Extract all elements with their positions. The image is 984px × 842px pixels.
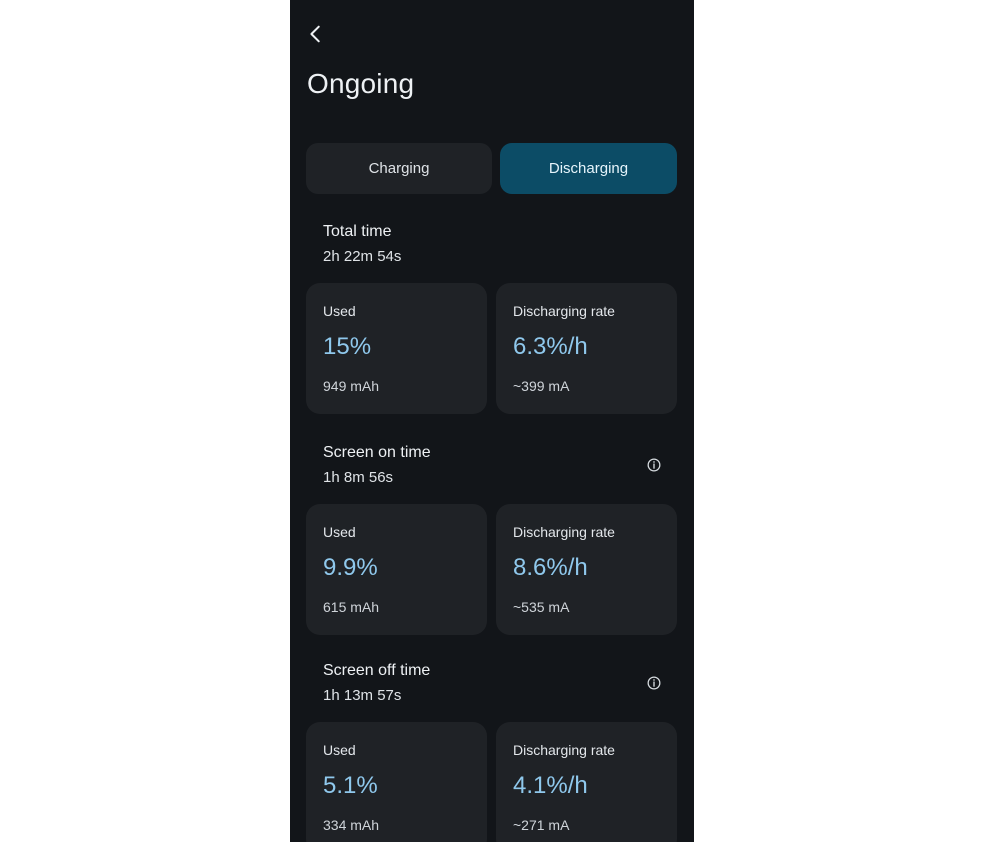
back-button[interactable] bbox=[300, 18, 332, 50]
card-label: Used bbox=[323, 524, 356, 540]
used-card: Used 9.9% 615 mAh bbox=[306, 504, 487, 635]
tab-charging[interactable]: Charging bbox=[306, 143, 492, 194]
card-subvalue: 949 mAh bbox=[323, 378, 380, 394]
section-value: 2h 22m 54s bbox=[323, 248, 402, 265]
card-label: Discharging rate bbox=[513, 524, 615, 540]
total-time-section: Total time 2h 22m 54s bbox=[323, 222, 663, 267]
chevron-left-icon bbox=[310, 25, 320, 43]
card-label: Discharging rate bbox=[513, 303, 615, 319]
card-subvalue: 334 mAh bbox=[323, 817, 380, 833]
card-value: 15% bbox=[323, 333, 372, 360]
card-value: 5.1% bbox=[323, 772, 378, 799]
discharging-rate-card: Discharging rate 4.1%/h ~271 mA bbox=[496, 722, 677, 842]
screen-off-time-section: Screen off time 1h 13m 57s bbox=[323, 661, 663, 706]
card-value: 9.9% bbox=[323, 554, 378, 581]
discharging-rate-card: Discharging rate 6.3%/h ~399 mA bbox=[496, 283, 677, 414]
used-card: Used 5.1% 334 mAh bbox=[306, 722, 487, 842]
card-value: 8.6%/h bbox=[513, 554, 588, 581]
card-subvalue: 615 mAh bbox=[323, 599, 380, 615]
card-label: Used bbox=[323, 742, 356, 758]
section-value: 1h 8m 56s bbox=[323, 469, 394, 486]
tab-discharging[interactable]: Discharging bbox=[500, 143, 677, 194]
card-label: Discharging rate bbox=[513, 742, 615, 758]
card-label: Used bbox=[323, 303, 356, 319]
section-title: Total time bbox=[323, 223, 392, 240]
card-value: 4.1%/h bbox=[513, 772, 588, 799]
section-title: Screen off time bbox=[323, 662, 431, 679]
screen-on-time-section: Screen on time 1h 8m 56s bbox=[323, 443, 663, 488]
card-subvalue: ~399 mA bbox=[513, 378, 570, 394]
section-value: 1h 13m 57s bbox=[323, 687, 402, 704]
card-subvalue: ~271 mA bbox=[513, 817, 570, 833]
info-icon[interactable] bbox=[645, 456, 663, 474]
card-subvalue: ~535 mA bbox=[513, 599, 570, 615]
info-icon[interactable] bbox=[645, 674, 663, 692]
app-screen: Ongoing Charging Discharging Total time … bbox=[290, 0, 694, 842]
section-title: Screen on time bbox=[323, 444, 431, 461]
card-value: 6.3%/h bbox=[513, 333, 588, 360]
discharging-rate-card: Discharging rate 8.6%/h ~535 mA bbox=[496, 504, 677, 635]
page-title: Ongoing bbox=[307, 68, 415, 99]
used-card: Used 15% 949 mAh bbox=[306, 283, 487, 414]
